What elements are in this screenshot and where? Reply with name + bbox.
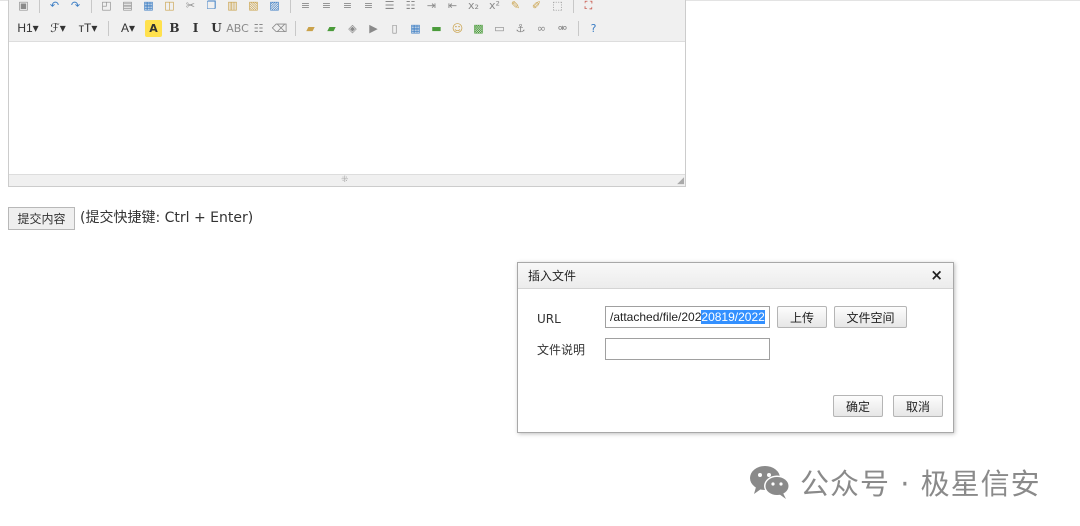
resize-handle-icon[interactable]: ⁜ (341, 175, 349, 186)
print-icon[interactable]: ▤ (119, 0, 136, 14)
url-input[interactable]: /attached/file/20220819/2022 (605, 306, 770, 328)
copy-icon[interactable]: ❐ (203, 0, 220, 14)
toolbar-separator (108, 20, 109, 36)
submit-content-button[interactable]: 提交内容 (8, 207, 75, 230)
submit-shortcut-hint: (提交快捷键: Ctrl + Enter) (80, 210, 254, 226)
font-color-icon[interactable]: A▾ (115, 20, 141, 37)
dialog-header[interactable]: 插入文件 × (518, 263, 953, 289)
url-value-selected-text: 20819/2022 (701, 310, 765, 324)
url-value-text: /attached/file/202 (610, 310, 702, 324)
align-center-icon[interactable]: ≡ (318, 0, 335, 14)
emoticon-icon[interactable]: ☺ (449, 20, 466, 37)
image-icon[interactable]: ▰ (302, 20, 319, 37)
bold-icon[interactable]: B (166, 20, 183, 37)
unordered-list-icon[interactable]: ☷ (402, 0, 419, 14)
confirm-button[interactable]: 确定 (833, 395, 883, 417)
toolbar-separator (39, 0, 40, 13)
toolbar-separator (573, 0, 574, 13)
strikethrough-icon[interactable]: ABC (226, 20, 249, 37)
unlink-icon[interactable]: ⚮ (554, 20, 571, 37)
toolbar-separator (290, 0, 291, 13)
remove-format-icon[interactable]: ⌫ (271, 20, 288, 37)
watermark-text: 公众号 · 极星信安 (800, 467, 1041, 501)
toolbar-separator (295, 20, 296, 36)
table-icon[interactable]: ▦ (407, 20, 424, 37)
link-icon[interactable]: ∞ (533, 20, 550, 37)
clear-format-icon[interactable]: ✎ (507, 0, 524, 14)
baidu-map-icon[interactable]: ▩ (470, 20, 487, 37)
ordered-list-icon[interactable]: ☰ (381, 0, 398, 14)
highlight-color-icon[interactable]: A (145, 19, 162, 37)
wechat-icon (748, 463, 792, 501)
toolbar-separator (578, 20, 579, 36)
indent-icon[interactable]: ⇥ (423, 0, 440, 14)
heading-dropdown[interactable]: H1▾ (15, 20, 41, 37)
template-icon[interactable]: ▦ (140, 0, 157, 14)
editor-content-area[interactable] (9, 42, 685, 174)
undo-icon[interactable]: ↶ (46, 0, 63, 14)
corner-resize-icon[interactable]: ◢ (677, 176, 684, 186)
paste-icon[interactable]: ▥ (224, 0, 241, 14)
dialog-title: 插入文件 (528, 269, 577, 283)
url-label: URL (537, 312, 561, 326)
page-break-icon[interactable]: ▭ (491, 20, 508, 37)
toolbar-row-2: H1▾ ℱ▾ тT▾ A▾ A B I U ABC ☷ ⌫ ▰ ▰ ◈ ▶ ▯ ▦ ▬ ☺ ▩ ▭ ⚓ ∞ ⚮? (15, 18, 606, 38)
source-icon[interactable]: ▣ (15, 0, 32, 14)
code-icon[interactable]: ◫ (161, 0, 178, 14)
justify-icon[interactable]: ≡ (360, 0, 377, 14)
rich-text-editor: ▣ ↶ ↷ ◰ ▤ ▦ ◫ ✂ ❐ ▥ ▧ ▨ ≡ ≡ ≡ ≡ ☰ ☷ ⇥ ⇤ x₂ x² ✎ ✐ ⬚ ⛶ H1▾ ℱ▾ тT▾ A▾ A… (8, 0, 686, 187)
font-size-dropdown[interactable]: тT▾ (75, 20, 101, 37)
italic-icon[interactable]: I (187, 20, 204, 37)
quickformat-icon[interactable]: ✐ (528, 0, 545, 14)
toolbar-separator (91, 0, 92, 13)
underline-icon[interactable]: U (208, 20, 225, 37)
insert-file-dialog: 插入文件 × URL /attached/file/20220819/2022 … (517, 262, 954, 433)
hr-icon[interactable]: ▬ (428, 20, 445, 37)
paste-text-icon[interactable]: ▧ (245, 0, 262, 14)
align-left-icon[interactable]: ≡ (297, 0, 314, 14)
cancel-button[interactable]: 取消 (893, 395, 943, 417)
outdent-icon[interactable]: ⇤ (444, 0, 461, 14)
file-description-input[interactable] (605, 338, 770, 360)
media-icon[interactable]: ▶ (365, 20, 382, 37)
superscript-icon[interactable]: x² (486, 0, 503, 14)
align-right-icon[interactable]: ≡ (339, 0, 356, 14)
redo-icon[interactable]: ↷ (67, 0, 84, 14)
about-icon[interactable]: ? (585, 20, 602, 37)
flash-icon[interactable]: ◈ (344, 20, 361, 37)
cut-icon[interactable]: ✂ (182, 0, 199, 14)
anchor-icon[interactable]: ⚓ (512, 20, 529, 37)
close-icon[interactable]: × (930, 266, 943, 284)
paste-word-icon[interactable]: ▨ (266, 0, 283, 14)
select-all-icon[interactable]: ⬚ (549, 0, 566, 14)
subscript-icon[interactable]: x₂ (465, 0, 482, 14)
editor-statusbar: ⁜ ◢ (9, 174, 685, 186)
toolbar-row-1: ▣ ↶ ↷ ◰ ▤ ▦ ◫ ✂ ❐ ▥ ▧ ▨ ≡ ≡ ≡ ≡ ☰ ☷ ⇥ ⇤ x₂ x² ✎ ✐ ⬚ ⛶ (15, 0, 601, 15)
editor-toolbar: ▣ ↶ ↷ ◰ ▤ ▦ ◫ ✂ ❐ ▥ ▧ ▨ ≡ ≡ ≡ ≡ ☰ ☷ ⇥ ⇤ x₂ x² ✎ ✐ ⬚ ⛶ H1▾ ℱ▾ тT▾ A▾ A… (9, 0, 685, 42)
insert-file-icon[interactable]: ▯ (386, 20, 403, 37)
upload-button[interactable]: 上传 (777, 306, 827, 328)
file-space-button[interactable]: 文件空间 (834, 306, 907, 328)
watermark: 公众号 · 极星信安 (748, 462, 1041, 502)
line-height-icon[interactable]: ☷ (250, 20, 267, 37)
file-description-label: 文件说明 (537, 343, 586, 357)
font-family-dropdown[interactable]: ℱ▾ (45, 20, 71, 37)
multi-image-icon[interactable]: ▰ (323, 20, 340, 37)
preview-icon[interactable]: ◰ (98, 0, 115, 14)
fullscreen-icon[interactable]: ⛶ (580, 0, 597, 14)
